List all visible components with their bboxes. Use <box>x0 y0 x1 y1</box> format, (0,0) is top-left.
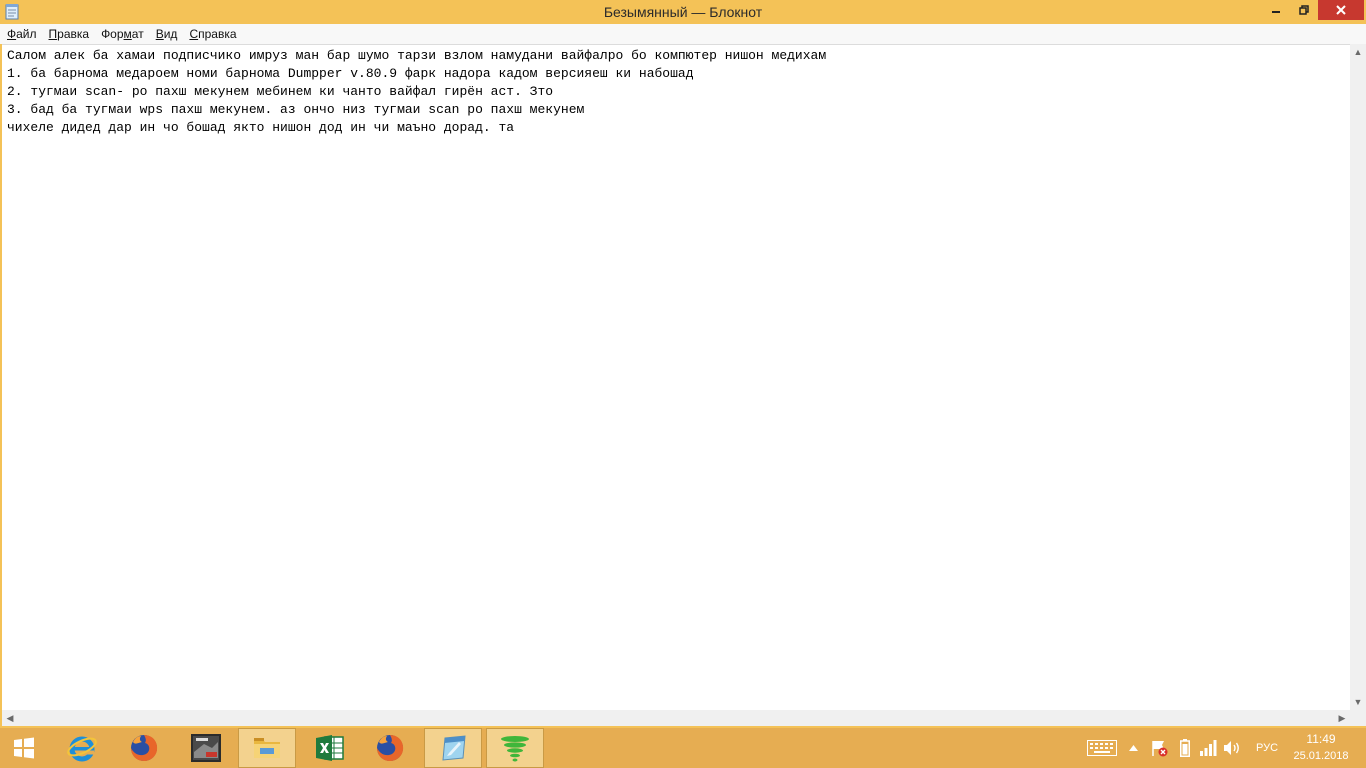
menu-file[interactable]: Файл <box>2 24 44 44</box>
scroll-left-arrow-icon[interactable]: ◀ <box>2 710 18 726</box>
network-signal-icon <box>1200 740 1217 756</box>
speaker-volume-icon <box>1224 741 1239 755</box>
notepad-window: Безымянный — Блокнот Файл Правка Формат … <box>0 0 1366 728</box>
wifi-signal-icon <box>501 736 529 762</box>
taskbar-game-app[interactable] <box>178 728 234 768</box>
taskbar-file-explorer[interactable] <box>238 728 296 768</box>
taskbar-firefox-2[interactable] <box>362 728 418 768</box>
start-button[interactable] <box>0 728 48 768</box>
game-app-icon <box>191 734 221 762</box>
title-bar[interactable]: Безымянный — Блокнот <box>0 0 1366 24</box>
restore-button[interactable] <box>1290 0 1318 20</box>
taskbar-clock[interactable]: 11:49 25.01.2018 <box>1286 730 1356 766</box>
scroll-down-arrow-icon[interactable]: ▼ <box>1350 694 1366 710</box>
scroll-up-arrow-icon[interactable]: ▲ <box>1350 44 1366 60</box>
action-center-button[interactable] <box>1148 738 1170 758</box>
clock-date: 25.01.2018 <box>1293 750 1349 762</box>
internet-explorer-icon <box>67 736 97 762</box>
scroll-right-arrow-icon[interactable]: ▶ <box>1334 710 1350 726</box>
input-language-indicator[interactable]: РУС <box>1252 728 1282 768</box>
show-hidden-icons-button[interactable] <box>1126 738 1140 758</box>
menu-view[interactable]: Вид <box>151 24 185 44</box>
excel-icon <box>316 735 344 761</box>
horizontal-scrollbar[interactable]: ◀ ▶ <box>2 710 1350 726</box>
chevron-up-icon <box>1128 745 1138 751</box>
taskbar: РУС 11:49 25.01.2018 <box>0 728 1366 768</box>
firefox-icon <box>377 735 404 761</box>
taskbar-notepad[interactable] <box>424 728 482 768</box>
network-indicator[interactable] <box>1198 738 1218 758</box>
menu-edit[interactable]: Правка <box>44 24 97 44</box>
notepad-icon <box>442 735 466 761</box>
flag-warning-icon <box>1152 741 1168 757</box>
close-button[interactable] <box>1318 0 1364 20</box>
taskbar-internet-explorer[interactable] <box>54 728 110 768</box>
text-line: Салом алек ба хамаи подписчико имруз ман… <box>7 48 827 63</box>
close-icon <box>1336 5 1346 15</box>
menu-help[interactable]: Справка <box>184 24 243 44</box>
window-title: Безымянный — Блокнот <box>603 4 763 20</box>
firefox-icon <box>131 735 158 761</box>
vertical-scrollbar[interactable]: ▲ ▼ <box>1350 44 1366 710</box>
battery-indicator[interactable] <box>1176 738 1194 758</box>
file-explorer-icon <box>254 738 280 758</box>
battery-icon <box>1180 739 1190 757</box>
text-line: 3. бад ба тугмаи wps пахш мекунем. аз он… <box>7 102 585 117</box>
taskbar-firefox[interactable] <box>116 728 172 768</box>
text-line: 2. тугмаи scan- ро пахш мекунем мебинем … <box>7 84 554 99</box>
minimize-icon <box>1272 11 1280 13</box>
clock-time: 11:49 <box>1306 732 1336 746</box>
taskbar-excel[interactable] <box>302 728 358 768</box>
text-editor[interactable]: Салом алек ба хамаи подписчико имруз ман… <box>2 44 1350 710</box>
windows-start-icon <box>14 737 34 759</box>
restore-icon <box>1299 5 1309 15</box>
touch-keyboard-button[interactable] <box>1086 738 1118 758</box>
menu-format[interactable]: Формат <box>96 24 151 44</box>
volume-indicator[interactable] <box>1222 738 1242 758</box>
keyboard-icon <box>1087 740 1117 756</box>
text-line: чихеле дидед дар ин чо бошад якто нишон … <box>7 120 515 135</box>
taskbar-wifi-app[interactable] <box>486 728 544 768</box>
minimize-button[interactable] <box>1262 0 1290 20</box>
text-line: 1. ба барнома медароем номи барнома Dump… <box>7 66 694 81</box>
scrollbar-corner <box>1350 710 1366 726</box>
menu-bar: Файл Правка Формат Вид Справка <box>0 24 1366 44</box>
